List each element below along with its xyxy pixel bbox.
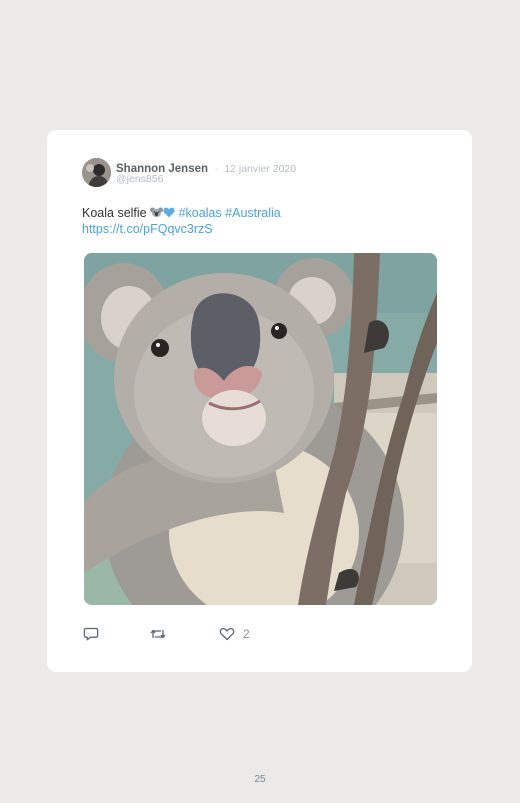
- tweet-text: Koala selfie #koalas #Australia https://…: [82, 205, 281, 237]
- koala-emoji-icon: [150, 206, 164, 218]
- hashtag-australia[interactable]: #Australia: [225, 206, 281, 220]
- separator-dot: ·: [214, 164, 218, 175]
- like-count: 2: [243, 627, 250, 641]
- page-number: 25: [254, 774, 266, 785]
- author-handle[interactable]: @jens856: [116, 173, 163, 185]
- tweet-text-plain: Koala selfie: [82, 206, 151, 220]
- avatar[interactable]: [82, 158, 111, 187]
- retweet-icon[interactable]: [149, 627, 167, 641]
- hashtag-koalas[interactable]: #koalas: [179, 206, 222, 220]
- tweet-actions: 2: [83, 627, 283, 643]
- reply-icon[interactable]: [83, 627, 99, 641]
- heart-icon[interactable]: [219, 627, 235, 641]
- tweet-link[interactable]: https://t.co/pFQqvc3rzS: [82, 221, 281, 237]
- blue-heart-emoji-icon: [163, 206, 175, 218]
- tweet-card: Shannon Jensen · 12 janvier 2020 @jens85…: [47, 130, 472, 672]
- koala-photo[interactable]: [84, 253, 437, 605]
- tweet-date[interactable]: 12 janvier 2020: [224, 163, 296, 175]
